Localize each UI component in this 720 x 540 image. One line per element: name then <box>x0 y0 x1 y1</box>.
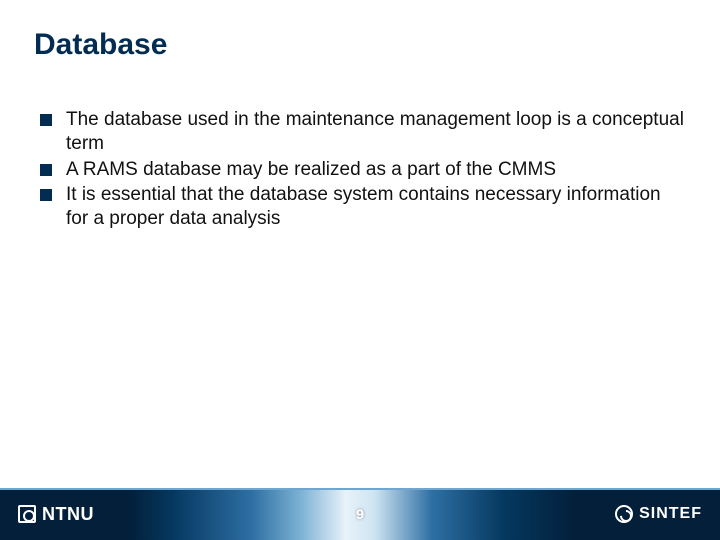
bullet-text: The database used in the maintenance man… <box>66 109 684 154</box>
ntnu-icon <box>18 505 36 523</box>
bullet-text: A RAMS database may be realized as a par… <box>66 159 556 180</box>
slide-title: Database <box>34 28 686 62</box>
slide-footer: NTNU 9 SINTEF <box>0 488 720 540</box>
sintef-icon <box>615 505 633 523</box>
ntnu-logo-text: NTNU <box>42 504 94 525</box>
bullet-item: It is essential that the database system… <box>40 183 686 231</box>
bullet-square-icon <box>40 164 52 176</box>
sintef-logo-text: SINTEF <box>639 505 702 523</box>
ntnu-logo: NTNU <box>18 504 94 525</box>
bullet-item: A RAMS database may be realized as a par… <box>40 158 686 182</box>
bullet-text: It is essential that the database system… <box>66 184 661 229</box>
bullet-item: The database used in the maintenance man… <box>40 108 686 156</box>
sintef-logo: SINTEF <box>615 505 702 523</box>
page-number: 9 <box>356 506 364 522</box>
slide-content: Database The database used in the mainte… <box>0 0 720 488</box>
bullet-list: The database used in the maintenance man… <box>34 108 686 231</box>
bullet-square-icon <box>40 189 52 201</box>
bullet-square-icon <box>40 114 52 126</box>
slide: Database The database used in the mainte… <box>0 0 720 540</box>
footer-content: NTNU 9 SINTEF <box>0 488 720 540</box>
